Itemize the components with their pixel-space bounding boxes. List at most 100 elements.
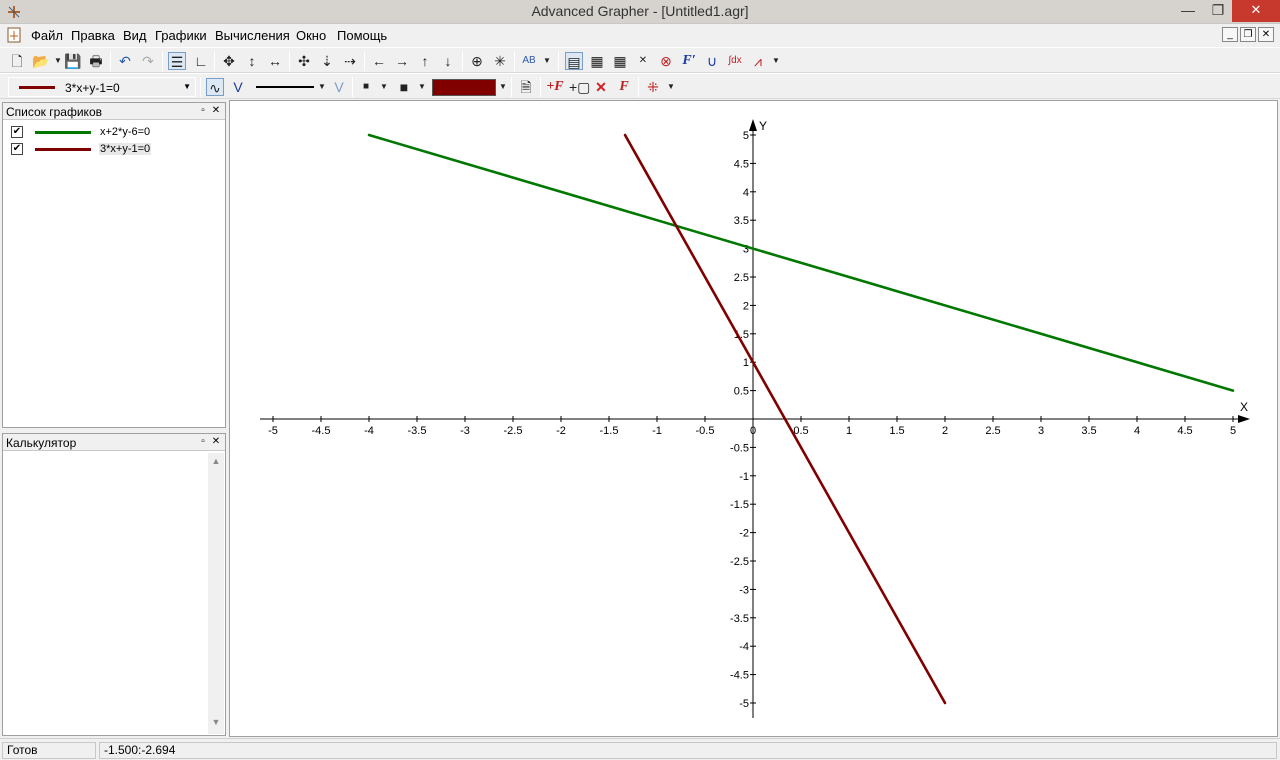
menu-edit[interactable]: Правка [71,28,115,43]
x-axis-arrow [1238,415,1250,423]
move-all-icon[interactable]: ✥ [220,52,238,70]
redo-icon[interactable]: ↷ [139,52,157,70]
asymptote-icon[interactable]: V [229,78,247,96]
panel-maximize-icon[interactable]: ▫ [197,435,209,449]
zoom-in-icon[interactable]: ✣ [295,52,313,70]
add-table-icon[interactable]: +▢ [569,78,590,96]
y-axis-label: Y [759,119,767,133]
integral-icon[interactable]: ∫dx [726,52,744,70]
zoom-horizontal-icon[interactable]: ⇢ [341,52,359,70]
menu-view[interactable]: Вид [123,28,147,43]
curve-style-icon[interactable]: ∿ [206,78,224,96]
y-tick-label: -3 [739,584,749,596]
point-tool-icon[interactable]: ⁜ [644,78,662,96]
arrow-left-icon[interactable]: ← [370,52,388,70]
x-tick-label: -3 [460,425,470,437]
table-icon[interactable]: ▦ [611,52,629,70]
graph-list-item[interactable]: ✔ x+2*y-6=0 [3,124,223,141]
toolbar-separator [214,51,215,71]
current-graph-swatch [19,86,55,89]
y-tick-label: 2 [743,300,749,312]
graph-list-item[interactable]: ✔ 3*x+y-1=0 [3,141,223,158]
point-style-icon[interactable]: ■ [357,78,375,96]
point-tool-dropdown-icon[interactable]: ▼ [667,82,675,91]
center-icon[interactable]: ⊕ [468,52,486,70]
new-file-icon[interactable]: 🗋 [8,52,26,70]
point-style-dropdown-icon[interactable]: ▼ [380,82,388,91]
arrow-down-icon[interactable]: ↓ [439,52,457,70]
menu-bar: Файл Правка Вид Графики Вычисления Окно … [0,24,1280,46]
close-button[interactable]: ✕ [1232,0,1280,22]
arrow-up-icon[interactable]: ↑ [416,52,434,70]
point-size-icon[interactable]: ■ [395,78,413,96]
color-dropdown-icon[interactable]: ▼ [499,82,507,91]
delete-graph-icon[interactable]: ✕ [592,78,610,96]
fill-style-icon[interactable]: V [330,78,348,96]
tangent-icon[interactable]: ∪ [703,52,721,70]
labels-icon[interactable]: AB [520,52,538,70]
scroll-down-icon[interactable]: ▼ [208,717,224,731]
axes-icon[interactable]: ∟ [192,52,210,70]
graph-list-toggle-icon[interactable]: ☰ [168,52,186,70]
plot-canvas[interactable]: XY-5 -4.5 -4 -3.5 -3 -2.5 -2 -1.5 -1 -0.5 0 0.5 1 1.5… [230,101,1279,738]
arrow-right-icon[interactable]: → [393,52,411,70]
open-folder-icon[interactable]: 📂 [32,52,50,70]
panel-maximize-icon[interactable]: ▫ [197,104,209,118]
more-dropdown-icon[interactable]: ▼ [772,56,780,65]
zoom-vertical-icon[interactable]: ⇣ [318,52,336,70]
mdi-minimize-button[interactable]: _ [1222,27,1238,42]
fit-all-icon[interactable]: ✳ [491,52,509,70]
mdi-close-button[interactable]: ✕ [1258,27,1274,42]
add-graph-icon[interactable]: +F [546,78,564,96]
undo-icon[interactable]: ↶ [116,52,134,70]
y-tick-label: 1 [743,357,749,369]
graph-color-picker[interactable] [432,79,496,96]
x-tick-label: 5 [1230,425,1236,437]
y-tick-label: -4.5 [730,670,749,682]
graph-properties-icon[interactable]: 🗎 [517,78,535,96]
derivative-icon[interactable]: F′ [680,52,698,70]
open-dropdown-icon[interactable]: ▼ [54,56,62,65]
graph-visible-checkbox[interactable]: ✔ [11,126,23,138]
roots-icon[interactable]: ✕ [634,52,652,70]
graph-color-swatch [35,131,91,134]
move-horizontal-icon[interactable]: ↔ [266,52,284,70]
document-view-icon[interactable]: ▤ [565,52,583,70]
chevron-down-icon: ▼ [318,82,326,91]
scroll-up-icon[interactable]: ▲ [208,456,224,470]
x-tick-label: 0.5 [793,425,808,437]
menu-calculations[interactable]: Вычисления [215,28,290,43]
panel-close-icon[interactable]: ✕ [210,104,222,118]
move-vertical-icon[interactable]: ↕ [243,52,261,70]
x-tick-label: 1.5 [889,425,904,437]
labels-dropdown-icon[interactable]: ▼ [543,56,551,65]
menu-graphs[interactable]: Графики [155,28,207,43]
toolbar-separator [200,77,201,97]
graph-plot-area[interactable]: X Y -5 -4.5 -4 -3.5 -3 -2.5 -2 -1.5 -1 -0.5 0 0.5 1 1.5… [229,100,1278,737]
intersection-icon[interactable]: ⊗ [657,52,675,70]
mdi-restore-button[interactable]: ❐ [1240,27,1256,42]
point-size-dropdown-icon[interactable]: ▼ [418,82,426,91]
menu-file[interactable]: Файл [31,28,63,43]
toolbar-separator [514,51,515,71]
print-icon[interactable]: 🖶 [87,52,105,70]
regression-icon[interactable]: ⩘ [749,52,767,70]
calculator-scrollbar[interactable]: ▲ ▼ [208,453,224,734]
save-icon[interactable]: 💾 [64,52,82,70]
current-graph-select[interactable]: 3*x+y-1=0 ▼ [8,77,196,97]
minimize-button[interactable]: — [1174,0,1202,22]
y-tick-label: 4.5 [734,158,749,170]
menu-help[interactable]: Помощь [337,28,387,43]
graph-name: x+2*y-6=0 [100,126,151,138]
calculator-title: Калькулятор [6,436,77,450]
restore-button[interactable]: ❐ [1204,0,1232,22]
document-icon[interactable] [7,27,21,43]
y-tick-label: -5 [739,698,749,710]
graph-visible-checkbox[interactable]: ✔ [11,143,23,155]
y-tick-label: -0.5 [730,442,749,454]
menu-window[interactable]: Окно [296,28,326,43]
panel-close-icon[interactable]: ✕ [210,435,222,449]
line-style-select[interactable]: ▼ [252,77,326,97]
edit-graph-icon[interactable]: F [615,78,633,96]
calculator-icon[interactable]: ▦ [588,52,606,70]
